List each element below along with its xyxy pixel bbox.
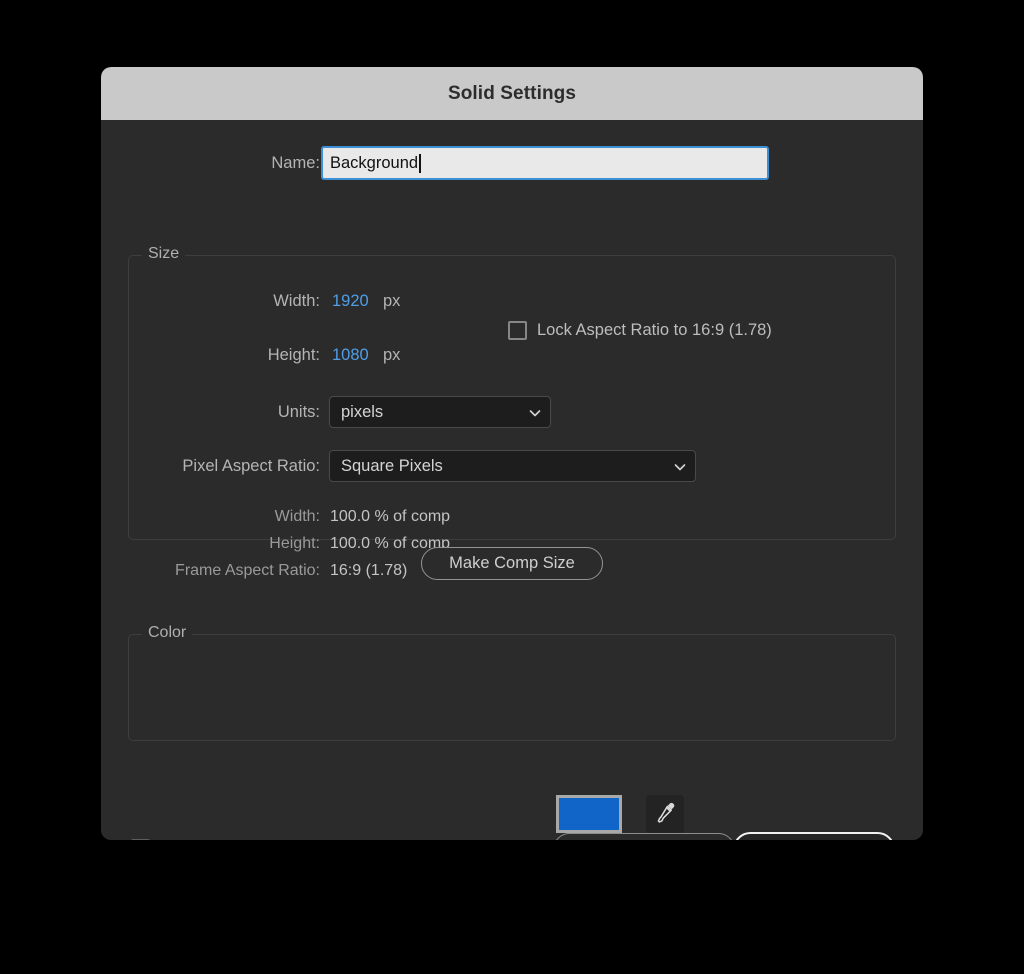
cancel-button[interactable]: Cancel <box>553 833 735 840</box>
size-group-title: Size <box>142 245 186 263</box>
units-dropdown[interactable]: pixels <box>329 396 551 428</box>
pixel-aspect-ratio-dropdown[interactable]: Square Pixels <box>329 450 696 482</box>
solid-settings-dialog: Solid Settings Name: Background Size Wid… <box>101 67 923 840</box>
dialog-body: Name: Background Size Width: 1920 px Loc… <box>101 120 923 840</box>
preview-label: Preview <box>160 839 219 840</box>
pixel-aspect-ratio-label: Pixel Aspect Ratio: <box>182 456 320 475</box>
height-unit: px <box>383 345 401 364</box>
name-row: Name: Background <box>101 146 923 180</box>
lock-aspect-ratio-label: Lock Aspect Ratio to 16:9 (1.78) <box>537 321 772 339</box>
info-width-label: Width: <box>274 508 320 525</box>
lock-aspect-ratio-checkbox[interactable]: Lock Aspect Ratio to 16:9 (1.78) <box>508 321 772 340</box>
name-input-value: Background <box>330 153 419 172</box>
info-frame-aspect-ratio-value: 16:9 (1.78) <box>330 562 408 579</box>
dialog-title: Solid Settings <box>447 82 577 104</box>
height-label: Height: <box>267 345 320 364</box>
checkbox-icon[interactable] <box>508 321 527 340</box>
info-width-value: 100.0 % of comp <box>330 508 451 525</box>
color-group: Color <box>128 624 896 741</box>
dialog-titlebar: Solid Settings <box>101 67 923 120</box>
chevron-down-icon <box>673 460 686 473</box>
color-swatch[interactable] <box>556 795 622 833</box>
text-caret <box>419 153 421 173</box>
ok-button[interactable]: OK <box>733 832 895 840</box>
name-input[interactable]: Background <box>321 146 769 180</box>
color-group-title: Color <box>142 624 193 642</box>
eyedropper-icon <box>653 800 677 829</box>
preview-checkbox[interactable]: Preview <box>131 839 219 840</box>
pixel-aspect-ratio-dropdown-value: Square Pixels <box>341 456 443 475</box>
info-height-label: Height: <box>269 535 320 552</box>
units-label: Units: <box>277 402 320 421</box>
chevron-down-icon <box>528 406 541 419</box>
checkbox-icon[interactable] <box>131 839 150 840</box>
info-frame-aspect-ratio-label: Frame Aspect Ratio: <box>175 562 320 579</box>
units-dropdown-value: pixels <box>341 402 384 421</box>
name-label: Name: <box>271 153 320 172</box>
width-value[interactable]: 1920 <box>332 292 369 311</box>
eyedropper-button[interactable] <box>646 795 684 833</box>
width-label: Width: <box>273 291 320 310</box>
width-row: Width: 1920 px <box>101 290 923 312</box>
height-value[interactable]: 1080 <box>332 346 369 365</box>
height-row: Height: 1080 px <box>101 344 923 366</box>
make-comp-size-button[interactable]: Make Comp Size <box>421 547 603 580</box>
color-swatch-fill <box>559 798 619 830</box>
width-unit: px <box>383 291 401 310</box>
